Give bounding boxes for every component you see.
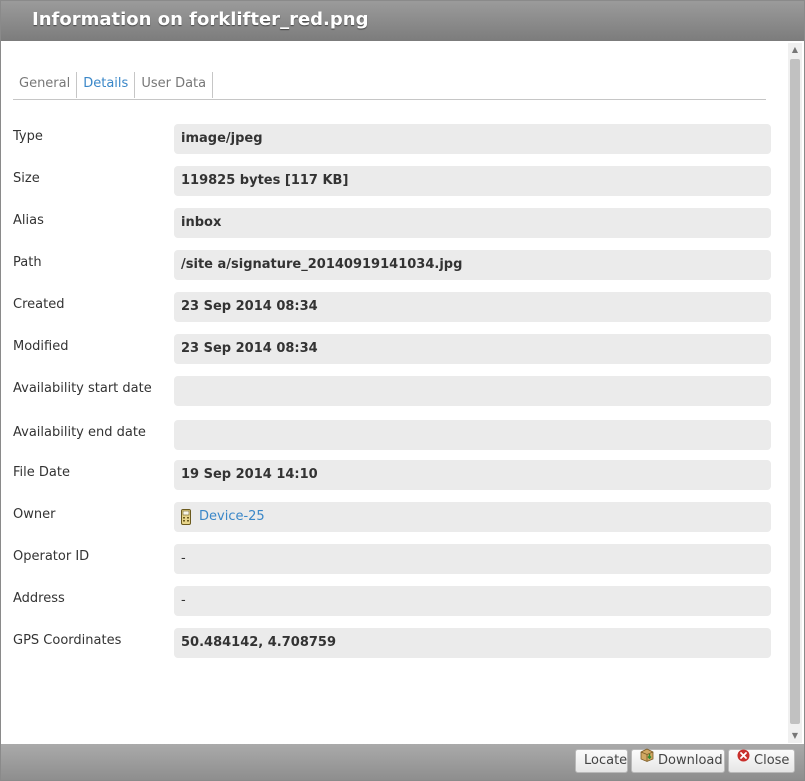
- modified-value: 23 Sep 2014 08:34: [174, 334, 771, 364]
- download-button[interactable]: Download: [631, 748, 725, 773]
- operator-id-value: -: [174, 544, 771, 574]
- vertical-scrollbar[interactable]: ▲ ▼: [788, 43, 802, 743]
- modified-label: Modified: [13, 339, 69, 354]
- availability-end-value: [174, 420, 771, 450]
- close-button-label: Close: [754, 753, 790, 768]
- availability-end-label: Availability end date: [13, 425, 146, 440]
- created-value: 23 Sep 2014 08:34: [174, 292, 771, 322]
- tab-user-data[interactable]: User Data: [135, 72, 214, 98]
- address-label: Address: [13, 591, 65, 606]
- availability-start-label: Availability start date: [13, 381, 152, 396]
- size-label: Size: [13, 171, 40, 186]
- owner-device-link[interactable]: Device-25: [199, 509, 265, 524]
- alias-value: inbox: [174, 208, 771, 238]
- close-circle-icon: [737, 748, 750, 770]
- tab-details[interactable]: Details: [77, 72, 136, 98]
- scroll-up-arrow-icon[interactable]: ▲: [788, 43, 802, 57]
- gps-coordinates-label: GPS Coordinates: [13, 633, 122, 648]
- download-button-label: Download: [658, 753, 723, 768]
- path-value: /site a/signature_20140919141034.jpg: [174, 250, 771, 280]
- file-date-label: File Date: [13, 465, 70, 480]
- owner-label: Owner: [13, 507, 56, 522]
- address-value: -: [174, 586, 771, 616]
- package-download-icon: [640, 748, 654, 770]
- locate-button[interactable]: Locate: [575, 749, 628, 773]
- alias-label: Alias: [13, 213, 44, 228]
- scroll-down-arrow-icon[interactable]: ▼: [788, 729, 802, 743]
- dialog-title: Information on forklifter_red.png: [32, 9, 369, 30]
- tab-general[interactable]: General: [13, 72, 78, 98]
- file-date-value: 19 Sep 2014 14:10: [174, 460, 771, 490]
- scrollbar-thumb[interactable]: [790, 59, 800, 724]
- owner-value: Device-25: [174, 502, 771, 532]
- operator-id-label: Operator ID: [13, 549, 90, 564]
- dialog-footer: Locate Download Close: [1, 744, 804, 780]
- file-info-dialog: Information on forklifter_red.png Genera…: [0, 0, 805, 781]
- locate-button-label: Locate: [584, 753, 628, 768]
- size-value: 119825 bytes [117 KB]: [174, 166, 771, 196]
- path-label: Path: [13, 255, 42, 270]
- type-value: image/jpeg: [174, 124, 771, 154]
- created-label: Created: [13, 297, 65, 312]
- gps-coordinates-value: 50.484142, 4.708759: [174, 628, 771, 658]
- mobile-phone-icon: [181, 507, 191, 525]
- availability-start-value: [174, 376, 771, 406]
- type-label: Type: [13, 129, 43, 144]
- dialog-titlebar[interactable]: Information on forklifter_red.png: [1, 1, 804, 41]
- close-button[interactable]: Close: [728, 749, 795, 773]
- tab-bar: General Details User Data: [13, 72, 766, 100]
